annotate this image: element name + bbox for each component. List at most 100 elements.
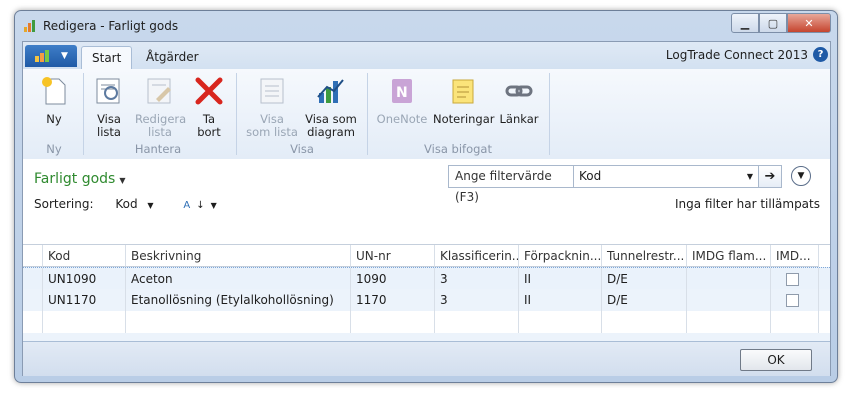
column-header[interactable]: Beskrivning bbox=[126, 245, 351, 267]
empty-cell bbox=[43, 311, 126, 333]
empty-cell bbox=[687, 311, 771, 333]
group-separator bbox=[367, 73, 368, 155]
view-as-list-label: Visa som lista bbox=[246, 112, 298, 139]
cell-tunnelrestriktion[interactable]: D/E bbox=[602, 268, 687, 290]
group-visa-bifogat-label: Visa bifogat bbox=[424, 142, 492, 156]
cell-beskrivning[interactable]: Etanollösning (Etylalkohollösning) bbox=[126, 289, 351, 311]
column-header[interactable]: IMDG flam... bbox=[687, 245, 771, 267]
chart-icon bbox=[317, 79, 344, 103]
links-label: Länkar bbox=[499, 112, 539, 126]
cell-klassificering[interactable]: 3 bbox=[435, 289, 519, 311]
chevron-down-icon: ▼ bbox=[746, 172, 753, 181]
checkbox[interactable] bbox=[786, 273, 799, 286]
cell-kod[interactable]: UN1170 bbox=[43, 289, 126, 311]
group-separator bbox=[236, 73, 237, 155]
view-as-list-button[interactable]: Visa som lista bbox=[245, 75, 299, 139]
notes-button[interactable]: Noteringar bbox=[433, 75, 495, 126]
table-row[interactable]: UN1170 Etanollösning (Etylalkohollösning… bbox=[23, 289, 830, 311]
cell-imdg-flampunkt[interactable] bbox=[687, 289, 771, 311]
column-header[interactable]: UN-nr bbox=[351, 245, 435, 267]
title-bar: Redigera - Farligt gods ▁ ▢ ✕ bbox=[15, 11, 837, 41]
page-title-text: Farligt gods bbox=[34, 171, 116, 187]
edit-list-button[interactable]: Redigera lista bbox=[135, 75, 187, 139]
table-row-empty bbox=[23, 311, 830, 333]
table-row[interactable]: UN1090 Aceton 1090 3 II D/E bbox=[23, 267, 830, 291]
sort-az-icon[interactable]: A ↓ ▼ bbox=[183, 197, 222, 211]
onenote-button[interactable]: N OneNote bbox=[375, 75, 429, 126]
cell-klassificering[interactable]: 3 bbox=[435, 268, 519, 290]
cell-forpackning[interactable]: II bbox=[519, 289, 602, 311]
help-icon[interactable]: ? bbox=[813, 47, 828, 62]
group-ny-label: Ny bbox=[46, 142, 62, 156]
cell-imdg[interactable] bbox=[771, 289, 819, 311]
column-header[interactable]: IMD... bbox=[771, 245, 819, 267]
page-title[interactable]: Farligt gods ▼ bbox=[34, 171, 126, 187]
cell-beskrivning[interactable]: Aceton bbox=[126, 268, 351, 290]
apply-filter-button[interactable]: ➔ bbox=[758, 165, 782, 188]
empty-cell bbox=[126, 311, 351, 333]
column-header[interactable]: Tunnelrestr... bbox=[602, 245, 687, 267]
ribbon: Ny Ny Visa lista Redigera lista Ta bort … bbox=[23, 69, 830, 160]
links-button[interactable]: Länkar bbox=[497, 75, 541, 126]
minimize-button[interactable]: ▁ bbox=[731, 13, 759, 33]
ribbon-tab-row: ▼ Start Åtgärder LogTrade Connect 2013 ? bbox=[23, 42, 830, 70]
arrow-right-icon: ➔ bbox=[764, 169, 776, 184]
row-selector[interactable] bbox=[23, 289, 43, 311]
new-button[interactable]: Ny bbox=[34, 75, 74, 126]
onenote-label: OneNote bbox=[376, 112, 428, 126]
cell-forpackning[interactable]: II bbox=[519, 268, 602, 290]
cell-tunnelrestriktion[interactable]: D/E bbox=[602, 289, 687, 311]
sort-field-value: Kod bbox=[115, 197, 138, 211]
cell-un-nr[interactable]: 1090 bbox=[351, 268, 435, 290]
tab-atgarder[interactable]: Åtgärder bbox=[136, 46, 209, 69]
filter-value-input[interactable]: Ange filtervärde (F3) bbox=[448, 165, 575, 204]
empty-cell bbox=[351, 311, 435, 333]
close-button[interactable]: ✕ bbox=[787, 13, 831, 33]
checkbox[interactable] bbox=[786, 294, 799, 307]
links-icon bbox=[505, 85, 533, 97]
sort-row: Sortering: Kod ▼ A ↓ ▼ bbox=[34, 197, 229, 211]
column-header[interactable]: Förpacknin... bbox=[519, 245, 602, 267]
row-selector[interactable] bbox=[23, 268, 43, 290]
notes-icon bbox=[452, 79, 474, 104]
filter-field-select[interactable]: Kod ▼ bbox=[573, 165, 760, 188]
svg-text:N: N bbox=[396, 85, 408, 101]
tab-start[interactable]: Start bbox=[81, 46, 133, 70]
cell-imdg[interactable] bbox=[771, 268, 819, 290]
app-icon bbox=[24, 20, 35, 32]
empty-cell bbox=[602, 311, 687, 333]
cell-imdg-flampunkt[interactable] bbox=[687, 268, 771, 290]
view-as-chart-label: Visa som diagram bbox=[305, 112, 357, 139]
chevron-down-icon: ▼ bbox=[61, 51, 68, 61]
dialog-window: Redigera - Farligt gods ▁ ▢ ✕ ▼ Start Åt… bbox=[14, 10, 838, 383]
cell-un-nr[interactable]: 1170 bbox=[351, 289, 435, 311]
expand-filter-button[interactable]: ▼ bbox=[791, 166, 811, 186]
group-separator bbox=[83, 73, 84, 155]
empty-cell bbox=[519, 311, 602, 333]
view-list-button[interactable]: Visa lista bbox=[89, 75, 129, 139]
group-hantera-label: Hantera bbox=[134, 142, 182, 156]
delete-label: Ta bort bbox=[197, 112, 221, 139]
onenote-icon: N bbox=[392, 79, 412, 103]
delete-button[interactable]: Ta bort bbox=[191, 75, 227, 139]
view-as-chart-button[interactable]: Visa som diagram bbox=[303, 75, 359, 139]
ok-button[interactable]: OK bbox=[740, 349, 812, 371]
product-name: LogTrade Connect 2013 bbox=[665, 48, 808, 62]
column-header[interactable]: Kod bbox=[43, 245, 126, 267]
sort-label: Sortering: bbox=[34, 197, 94, 211]
new-document-icon bbox=[42, 77, 66, 105]
sort-field-select[interactable]: Kod ▼ bbox=[115, 197, 159, 211]
column-header[interactable]: Klassificerin... bbox=[435, 245, 519, 267]
maximize-button[interactable]: ▢ bbox=[759, 13, 787, 33]
delete-x-icon bbox=[195, 77, 223, 105]
expand-chevron-icon: ▼ bbox=[797, 171, 805, 181]
edit-list-label: Redigera lista bbox=[135, 112, 187, 139]
view-list-label: Visa lista bbox=[97, 112, 121, 139]
window-title: Redigera - Farligt gods bbox=[43, 19, 179, 33]
row-selector bbox=[23, 311, 43, 333]
notes-label: Noteringar bbox=[433, 112, 495, 126]
chevron-down-icon: ▼ bbox=[147, 201, 154, 210]
cell-kod[interactable]: UN1090 bbox=[43, 268, 126, 290]
app-menu-button[interactable]: ▼ bbox=[25, 45, 77, 67]
list-icon bbox=[260, 78, 284, 104]
